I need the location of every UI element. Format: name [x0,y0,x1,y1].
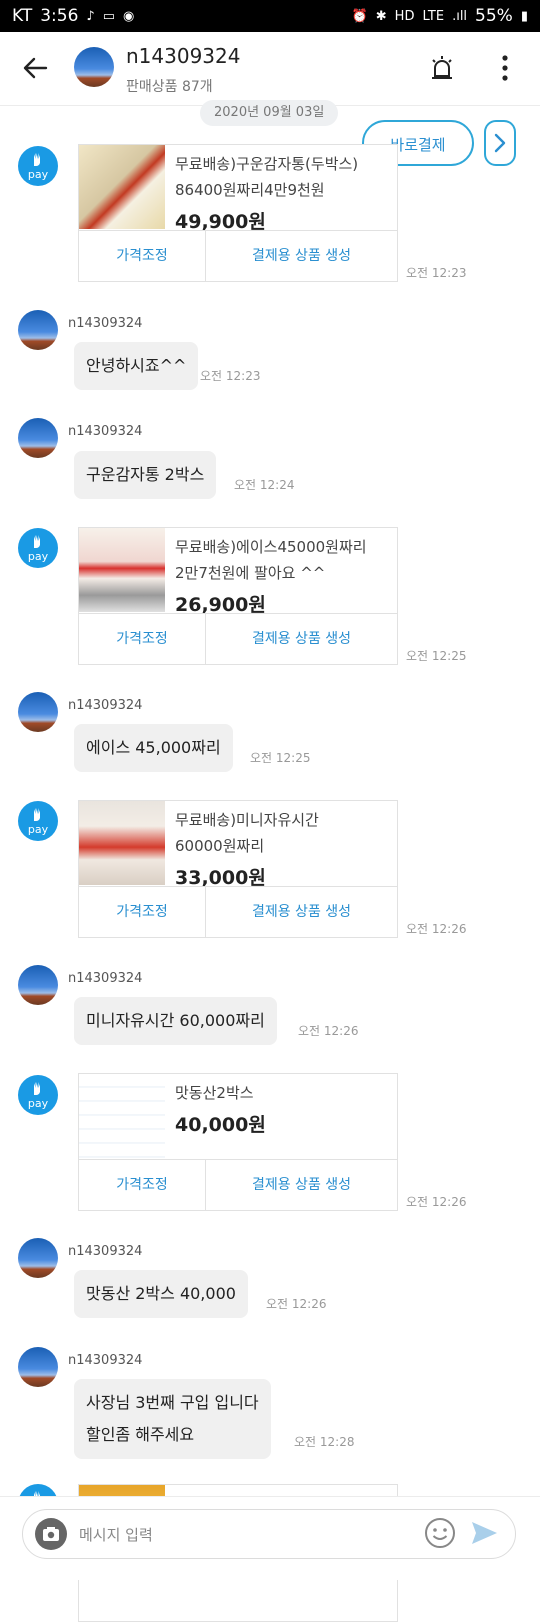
camera-icon [43,1527,59,1541]
product-thumbnail [79,1074,165,1158]
message-bubble[interactable]: 안녕하시죠^^ [74,342,199,390]
product-card[interactable]: 무료배송)미니자유시간 60000원짜리 33,000원 가격조정 결제용 상품… [78,800,398,938]
product-count[interactable]: 판매상품 87개 [126,76,213,96]
product-title: 맛동산2박스 [175,1084,254,1102]
sender-avatar[interactable] [18,965,58,1005]
sender-name: n14309324 [68,698,143,713]
hd-icon: HD [394,8,415,24]
status-bar: KT 3:56 ♪ ▭ ◉ ⏰ ✱ HD LTE .ıll 55% ▮ [0,0,540,32]
create-payment-product-button[interactable]: 결제용 상품 생성 [206,887,397,938]
message-bubble[interactable]: 에이스 45,000짜리 [74,724,233,772]
camera-button[interactable] [35,1518,67,1550]
product-title: 무료배송)미니자유시간 60000원짜리 [175,811,319,855]
date-divider: 2020년 09월 03일 [200,100,339,126]
pay-icon: pay [18,801,58,841]
signal-icon: .ıll [452,8,468,24]
sender-name: n14309324 [68,1244,143,1259]
adjust-price-button[interactable]: 가격조정 [79,231,206,282]
battery-label: 55% [475,6,513,26]
sender-avatar[interactable] [18,310,58,350]
voicemail-icon: ▭ [102,8,115,24]
more-menu-button[interactable] [498,52,512,84]
send-button[interactable] [469,1518,499,1548]
seller-avatar[interactable] [74,47,114,87]
product-thumbnail [79,145,165,229]
product-card[interactable]: 무료배송)구운감자통(두박스) 86400원짜리4만9천원 49,900원 가격… [78,144,398,282]
message-bubble[interactable]: 사장님 3번째 구입 입니다 할인좀 해주세요 [74,1379,271,1459]
create-payment-product-button[interactable]: 결제용 상품 생성 [206,1160,397,1211]
message-time: 오전 12:28 [294,1435,355,1449]
product-card[interactable]: 무료배송)에이스45000원짜리 2만7천원에 팔아요 ^^ 26,900원 가… [78,527,398,665]
message-bubble[interactable]: 맛동산 2박스 40,000 [74,1270,248,1318]
message-time: 오전 12:23 [406,266,467,280]
create-payment-product-button[interactable]: 결제용 상품 생성 [206,614,397,665]
pay-label: pay [27,168,49,181]
message-time: 오전 12:25 [250,751,311,765]
back-button[interactable] [20,52,52,84]
pay-label: pay [27,823,49,836]
sender-avatar[interactable] [18,692,58,732]
message-input-bar [0,1496,540,1580]
product-price: 40,000원 [175,1114,266,1136]
message-bubble[interactable]: 미니자유시간 60,000짜리 [74,997,277,1045]
alarm-button[interactable] [428,54,456,82]
sender-name: n14309324 [68,424,143,439]
pay-icon: pay [18,146,58,186]
send-icon [472,1522,497,1544]
music-icon: ♪ [86,8,95,24]
carrier-label: KT [12,6,33,26]
message-input-box[interactable] [22,1509,516,1559]
product-card[interactable]: 맛동산2박스 40,000원 가격조정 결제용 상품 생성 [78,1073,398,1211]
message-time: 오전 12:24 [234,478,295,492]
adjust-price-button[interactable]: 가격조정 [79,1160,206,1211]
product-title: 무료배송)구운감자통(두박스) 86400원짜리4만9천원 [175,155,359,199]
sender-name: n14309324 [68,971,143,986]
bluetooth-icon: ✱ [375,8,387,24]
message-time: 오전 12:26 [406,922,467,936]
message-input[interactable] [77,1520,411,1550]
product-thumbnail [79,801,165,885]
message-time: 오전 12:26 [406,1195,467,1209]
sync-icon: ◉ [123,8,135,24]
sender-name: n14309324 [68,1353,143,1368]
adjust-price-button[interactable]: 가격조정 [79,887,206,938]
network-label: LTE [422,8,445,24]
sender-avatar[interactable] [18,418,58,458]
adjust-price-button[interactable]: 가격조정 [79,614,206,665]
message-time: 오전 12:26 [266,1297,327,1311]
sender-avatar[interactable] [18,1347,58,1387]
message-bubble[interactable]: 구운감자통 2박스 [74,451,217,499]
message-time: 오전 12:26 [298,1024,359,1038]
alarm-clock-icon: ⏰ [351,8,368,24]
sender-name: n14309324 [68,316,143,331]
seller-name[interactable]: n14309324 [126,44,240,68]
battery-icon: ▮ [520,8,528,24]
more-vertical-icon [502,55,508,81]
pay-icon: pay [18,1075,58,1115]
pay-icon: pay [18,528,58,568]
chat-header: n14309324 판매상품 87개 [0,32,540,106]
siren-icon [432,56,452,79]
clock: 3:56 [40,6,79,26]
message-time: 오전 12:25 [406,649,467,663]
sender-avatar[interactable] [18,1238,58,1278]
pay-label: pay [27,1097,49,1110]
emoji-button[interactable] [423,1516,457,1550]
chevron-right-icon [494,133,506,153]
create-payment-product-button[interactable]: 결제용 상품 생성 [206,231,397,282]
pay-label: pay [27,550,49,563]
emoji-icon [425,1518,455,1548]
next-button[interactable] [484,120,516,166]
product-thumbnail [79,528,165,612]
message-time: 오전 12:23 [200,369,261,383]
product-title: 무료배송)에이스45000원짜리 2만7천원에 팔아요 ^^ [175,538,367,582]
back-arrow-icon [23,57,48,79]
